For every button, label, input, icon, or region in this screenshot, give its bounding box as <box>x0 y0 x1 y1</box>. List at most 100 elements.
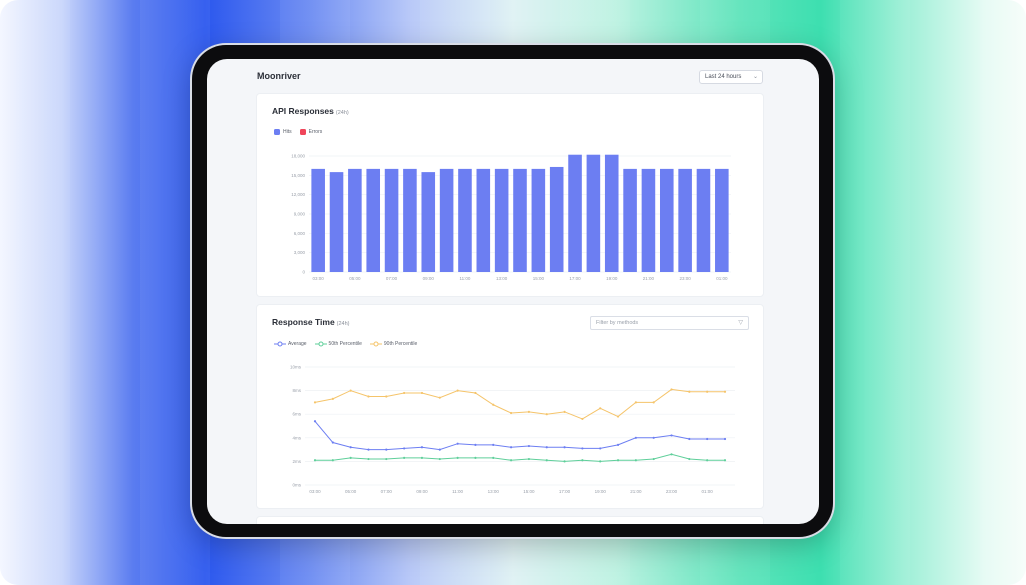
point-p90 <box>509 411 513 415</box>
point-p50 <box>509 459 513 462</box>
y-tick-label: 6ms <box>292 412 301 417</box>
x-tick-label: 21:00 <box>643 276 655 281</box>
point-average <box>385 448 388 451</box>
point-average <box>438 448 441 451</box>
bar-hits <box>348 168 362 272</box>
point-p50 <box>349 456 352 459</box>
point-average <box>723 437 727 441</box>
y-tick-label: 15,000 <box>291 173 305 178</box>
x-tick-label: 11:00 <box>459 276 470 281</box>
point-p90 <box>403 391 406 395</box>
point-p90 <box>331 397 334 400</box>
bar-hits <box>659 168 674 272</box>
y-tick-label: 3,000 <box>294 250 306 255</box>
point-p50 <box>616 459 620 462</box>
point-average <box>670 434 673 437</box>
point-p50 <box>563 460 566 463</box>
point-p90 <box>688 390 691 393</box>
point-p50 <box>545 459 548 462</box>
y-tick-label: 6,000 <box>294 231 306 236</box>
y-tick-label: 10ms <box>290 365 302 370</box>
point-average <box>563 446 566 449</box>
x-tick-label: 17:00 <box>569 276 581 281</box>
bar-hits <box>531 168 546 272</box>
bar-hits <box>329 172 344 272</box>
x-tick-label: 09:00 <box>416 489 428 494</box>
point-average <box>706 437 709 441</box>
chevron-down-icon: ⌄ <box>752 74 758 80</box>
point-p90 <box>634 401 637 404</box>
bar-hits <box>678 168 692 272</box>
point-p90 <box>527 410 531 413</box>
x-tick-label: 03:00 <box>309 489 321 494</box>
api-responses-card: API Responses (24h) Hits Errors 0 3,000 6,0… <box>257 94 763 296</box>
point-p50 <box>706 459 709 462</box>
point-p90 <box>420 391 424 395</box>
point-p90 <box>599 407 602 410</box>
bar-hits <box>311 168 325 272</box>
point-p90 <box>581 417 584 421</box>
bar-hits <box>715 168 729 272</box>
point-p90 <box>545 413 548 416</box>
x-tick-label: 01:00 <box>716 276 728 281</box>
point-p50 <box>313 459 317 462</box>
point-p90 <box>385 395 388 398</box>
point-p90 <box>349 389 352 392</box>
bar-hits <box>476 168 491 272</box>
point-p90 <box>367 395 370 398</box>
point-average <box>313 420 317 423</box>
point-average <box>545 446 548 449</box>
bar-hits <box>513 168 527 272</box>
x-tick-label: 11:00 <box>452 489 463 494</box>
bar-hits <box>586 154 601 272</box>
point-p90 <box>670 388 673 391</box>
bar-hits <box>421 172 436 272</box>
time-range-select[interactable]: Last 24 hours ⌄ <box>699 70 763 84</box>
point-average <box>652 436 655 439</box>
point-p50 <box>456 456 459 459</box>
point-p50 <box>688 457 691 461</box>
point-average <box>349 446 352 449</box>
bar-hits <box>403 168 417 272</box>
y-tick-label: 4ms <box>292 435 301 440</box>
x-tick-label: 05:00 <box>345 489 357 494</box>
point-average <box>599 447 602 450</box>
point-p90 <box>438 396 441 399</box>
bar-hits <box>568 154 582 272</box>
point-p50 <box>581 459 584 462</box>
bar-hits <box>366 168 381 272</box>
point-p90 <box>616 415 620 418</box>
bar-hits <box>604 154 619 272</box>
x-tick-label: 13:00 <box>496 276 508 281</box>
point-average <box>474 443 477 446</box>
point-average <box>688 437 691 441</box>
y-tick-label: 8ms <box>292 388 301 393</box>
point-p50 <box>670 453 673 456</box>
point-p50 <box>385 457 388 461</box>
point-average <box>581 447 584 450</box>
point-p50 <box>474 456 477 459</box>
point-average <box>509 446 513 449</box>
point-p50 <box>492 456 495 459</box>
bar-hits <box>439 168 454 272</box>
x-tick-label: 15:00 <box>523 489 535 494</box>
point-average <box>634 436 637 439</box>
point-p90 <box>313 401 317 404</box>
point-average <box>420 446 424 449</box>
bar-hits <box>549 166 564 272</box>
point-average <box>403 447 406 450</box>
point-p90 <box>492 403 495 406</box>
dashboard-screen: Moonriver Last 24 hours ⌄ API Responses(… <box>207 59 819 524</box>
point-p90 <box>456 389 459 392</box>
point-average <box>527 444 531 448</box>
point-p90 <box>723 390 727 393</box>
bar-hits <box>641 168 656 272</box>
x-tick-label: 17:00 <box>559 489 571 494</box>
series-line-p50 <box>315 453 725 462</box>
y-tick-label: 2ms <box>292 459 301 464</box>
app-title: Moonriver <box>257 71 301 81</box>
bar-hits <box>458 168 472 272</box>
bar-hits <box>623 168 637 272</box>
x-tick-label: 09:00 <box>423 276 435 281</box>
point-p50 <box>403 456 406 459</box>
